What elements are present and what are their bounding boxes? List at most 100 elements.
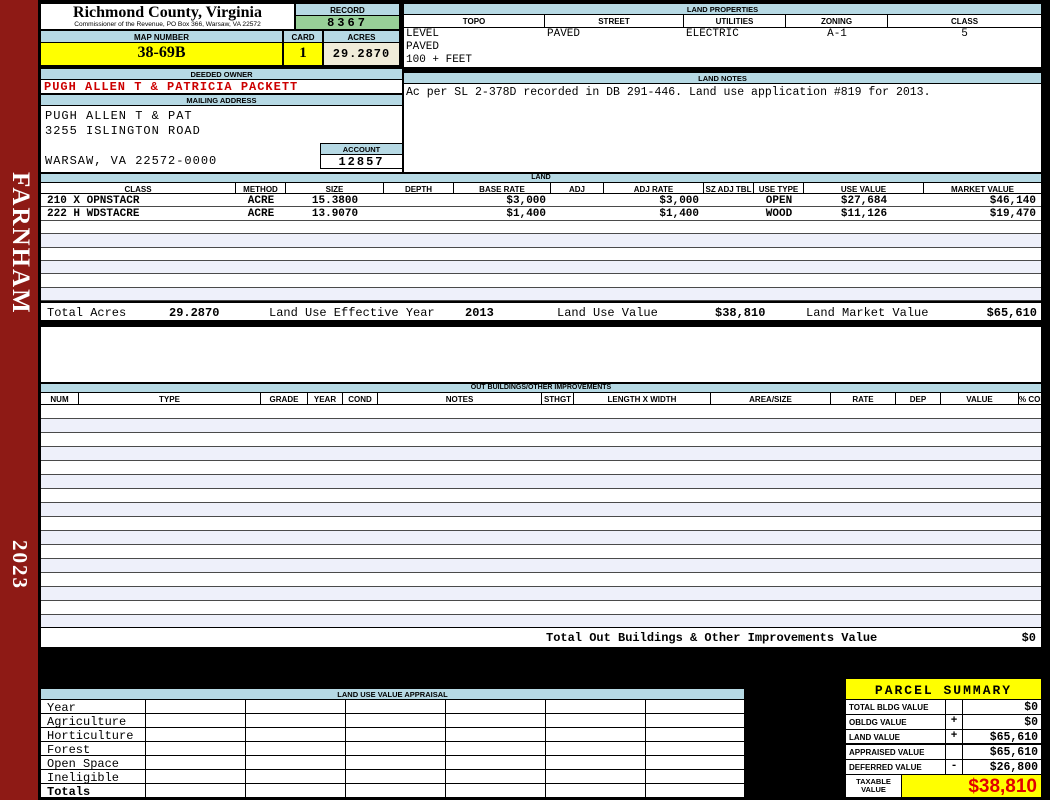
table-cell: ACRE [247,195,275,207]
table-cell [79,419,261,432]
card-label: CARD [284,31,322,43]
table-cell [604,274,704,286]
land-market-value-label: Land Market Value [806,306,929,320]
table-cell [41,221,236,233]
table-cell [831,517,896,530]
deeded-owner-title: DEEDED OWNER [41,69,402,80]
column-header: % COMP [1019,395,1041,404]
table-cell [941,545,1019,558]
land-properties-values: LEVEL PAVED 100 + FEET PAVED ELECTRIC A-… [404,28,1041,67]
table-cell [308,433,343,446]
record-value: 8367 [296,16,399,30]
table-cell [574,475,711,488]
table-cell [41,447,79,460]
summary-row: DEFERRED VALUE - $26,800 [846,760,1041,775]
table-cell [604,248,704,260]
table-cell [574,419,711,432]
table-cell [343,531,378,544]
county-title: Richmond County, Virginia [73,4,262,21]
year-label: 2023 [8,540,32,590]
land-use-value: $38,810 [715,306,766,320]
table-cell [831,573,896,586]
table-cell [896,545,941,558]
table-cell [454,248,551,260]
table-cell [831,503,896,516]
table-cell [542,517,574,530]
table-cell [646,742,744,755]
table-cell [831,489,896,502]
table-cell [79,461,261,474]
table-cell [308,573,343,586]
table-cell [236,288,286,300]
land-totals-row: Total Acres 29.2870 Land Use Effective Y… [41,301,1041,320]
table-cell [378,559,542,572]
table-cell [146,770,246,783]
table-cell [711,559,831,572]
table-cell [574,545,711,558]
table-cell [804,248,924,260]
land-use-appraisal-table: LAND USE VALUE APPRAISAL Year Agriculture… [40,688,745,798]
table-cell [378,517,542,530]
table-cell [941,573,1019,586]
table-cell [246,756,346,769]
table-cell [384,288,454,300]
table-cell [79,601,261,614]
table-cell [236,234,286,246]
table-cell [896,447,941,460]
table-cell [446,756,546,769]
table-cell [261,461,308,474]
binder-edge: FARNHAM 2023 [0,0,38,800]
table-cell [704,248,754,260]
table-cell [346,714,446,727]
table-cell [41,461,79,474]
table-cell [924,274,1041,286]
effective-year-label: Land Use Effective Year [269,306,435,320]
table-cell [1019,531,1041,544]
account-box: ACCOUNT 12857 [320,143,403,169]
table-cell [261,587,308,600]
summary-value: $0 [1024,716,1038,729]
table-cell [704,288,754,300]
table-cell [79,433,261,446]
table-cell [343,461,378,474]
table-cell [542,419,574,432]
table-cell [446,700,546,713]
table-cell [79,559,261,572]
table-cell [308,405,343,418]
table-cell [41,433,79,446]
table-cell [896,489,941,502]
account-label: ACCOUNT [321,144,402,155]
table-cell [236,261,286,273]
table-cell [941,517,1019,530]
land-table-rows: 210 X OPNSTACR ACRE 15.3800 $3,000 $3,000 OPE… [41,194,1041,302]
table-cell [896,559,941,572]
table-cell [246,770,346,783]
table-cell [343,559,378,572]
table-cell [941,489,1019,502]
table-cell [261,503,308,516]
summary-label: DEFERRED VALUE [846,760,946,774]
summary-row: LAND VALUE + $65,610 [846,730,1041,745]
table-cell: 210 X OPNSTACR [47,195,140,207]
table-cell [308,559,343,572]
table-cell [343,489,378,502]
table-cell: Ineligible [41,770,146,783]
table-cell [384,194,454,206]
table-cell [346,742,446,755]
county-subtitle: Commissioner of the Revenue, PO Box 366,… [74,21,261,28]
table-cell [604,288,704,300]
table-cell [286,274,384,286]
column-header: NOTES [378,393,542,404]
table-cell [454,261,551,273]
table-cell: 13.9070 [311,208,359,220]
table-cell [551,234,604,246]
table-cell [41,503,79,516]
table-cell [41,587,79,600]
table-cell [446,742,546,755]
utilities-value: ELECTRIC [686,28,739,40]
taxable-value: $38,810 [902,775,1041,797]
table-cell [41,517,79,530]
table-cell [236,248,286,260]
table-cell [711,517,831,530]
table-cell [941,503,1019,516]
